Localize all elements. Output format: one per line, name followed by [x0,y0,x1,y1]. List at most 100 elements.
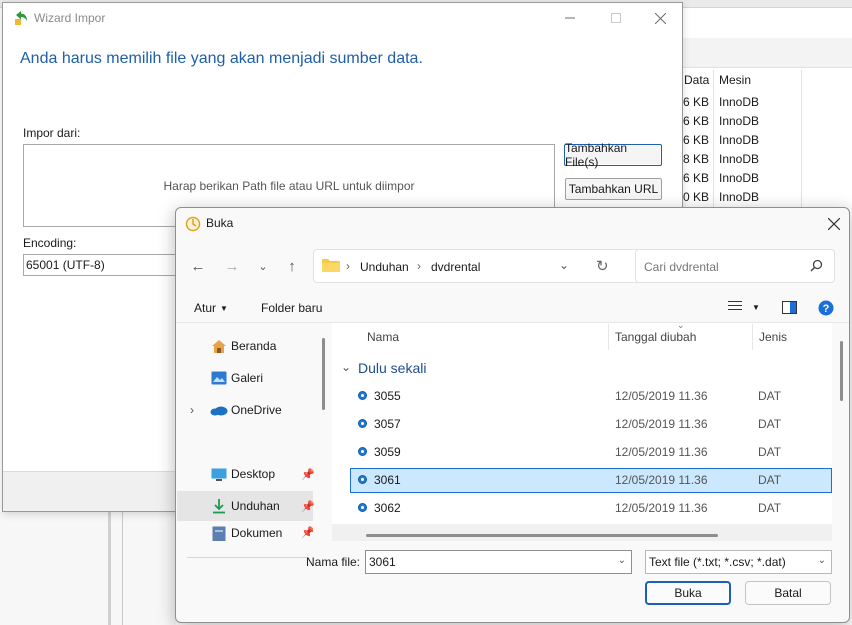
wizard-titlebar[interactable]: Wizard Impor [3,3,682,33]
file-date: 12/05/2019 11.36 [615,389,708,403]
file-row-selected[interactable]: 3061 12/05/2019 11.36 DAT [350,468,832,493]
background-divider [122,510,123,625]
cancel-button[interactable]: Batal [745,581,831,605]
table-cell-data: 6 KB [683,171,710,185]
column-divider [801,70,802,220]
file-type: DAT [758,417,782,431]
filetype-select[interactable]: Text file (*.txt; *.csv; *.dat) ⌄ [645,550,832,574]
caret-down-icon: ▼ [220,303,228,313]
home-icon [210,337,228,355]
file-name: 3061 [374,473,401,487]
file-row[interactable]: 3059 12/05/2019 11.36 DAT [350,440,832,465]
group-header[interactable]: Dulu sekali [358,360,426,376]
breadcrumb-unduhan[interactable]: Unduhan [360,260,409,274]
file-row[interactable]: 3062 12/05/2019 11.36 DAT [350,496,832,521]
pin-icon[interactable]: 📌 [301,468,315,481]
maximize-button[interactable] [593,3,639,33]
nav-item-unduhan[interactable]: Unduhan 📌 [177,491,315,521]
chevron-down-icon[interactable]: ⌄ [559,258,569,272]
close-button[interactable] [637,3,683,33]
column-header-type[interactable]: Jenis [759,330,787,344]
wizard-title: Wizard Impor [34,11,106,25]
nav-label: Galeri [231,371,264,385]
table-cell-data: 6 KB [683,95,710,109]
file-row[interactable]: 3057 12/05/2019 11.36 DAT [350,412,832,437]
table-cell-engine: InnoDB [719,152,760,166]
file-name: 3059 [374,445,401,459]
horizontal-scrollbar[interactable] [366,534,718,537]
add-url-button[interactable]: Tambahkan URL [565,178,662,200]
close-icon [828,218,840,230]
forward-button[interactable]: → [220,255,244,277]
encoding-select[interactable]: 65001 (UTF-8) [23,254,183,276]
nav-item-desktop[interactable]: Desktop 📌 [177,459,315,489]
filename-input[interactable]: 3061 ⌄ [365,550,632,574]
add-file-button[interactable]: Tambahkan File(s) [564,141,662,169]
refresh-icon[interactable]: ↻ [596,257,609,275]
recent-locations-button[interactable]: ⌄ [251,255,275,277]
minimize-button[interactable] [547,3,593,33]
organize-label: Atur [194,301,217,315]
dialog-close-button[interactable] [820,211,848,237]
folder-icon [322,258,340,276]
column-header-data[interactable]: Data [684,73,709,87]
view-menu[interactable]: ▼ [728,300,760,314]
organize-menu[interactable]: Atur ▼ [194,301,228,315]
nav-item-onedrive[interactable]: › OneDrive [177,395,313,425]
nav-scrollbar[interactable] [322,338,325,410]
filename-label: Nama file: [306,555,361,569]
wizard-heading: Anda harus memilih file yang akan menjad… [20,50,423,67]
column-header-engine[interactable]: Mesin [719,73,751,87]
help-button[interactable]: ? [818,300,834,319]
file-type: DAT [758,501,782,515]
background-scrollbar [108,510,111,625]
dialog-titlebar[interactable]: Buka [176,208,849,240]
group-collapse-icon[interactable]: ⌄ [341,360,351,374]
file-row[interactable]: 3055 12/05/2019 11.36 DAT [350,384,832,409]
file-name: 3055 [374,389,401,403]
gallery-icon [210,369,228,387]
pin-icon[interactable]: 📌 [301,500,315,513]
pin-icon[interactable]: 📌 [301,526,313,539]
nav-item-beranda[interactable]: Beranda [177,331,313,361]
nav-label: Unduhan [231,499,280,513]
list-scroll-track [332,524,832,541]
dat-file-icon [358,503,367,512]
back-button[interactable]: ← [186,255,210,277]
search-box[interactable]: Cari dvdrental [635,249,835,283]
file-name: 3057 [374,417,401,431]
nav-item-dokumen[interactable]: Dokumen 📌 [177,523,313,541]
table-cell-data: 0 KB [683,190,710,204]
maximize-icon [611,13,621,23]
arrow-up-icon: ↑ [288,257,296,275]
column-divider[interactable] [608,324,609,350]
column-header-name[interactable]: Nama [367,330,399,344]
table-cell-engine: InnoDB [719,171,760,185]
column-divider[interactable] [752,324,753,350]
chevron-right-icon[interactable]: › [190,403,194,417]
nav-item-galeri[interactable]: Galeri [177,363,313,393]
up-button[interactable]: ↑ [280,255,304,277]
nav-separator [187,557,308,558]
chevron-down-icon[interactable]: ⌄ [618,555,626,566]
minimize-icon [565,17,575,19]
dat-file-icon [358,447,367,456]
search-icon [810,259,823,275]
open-button[interactable]: Buka [645,581,731,605]
navigation-pane: Beranda Galeri › OneDrive Desktop 📌 Undu… [177,323,322,558]
table-cell-engine: InnoDB [719,133,760,147]
nav-label: OneDrive [231,403,282,417]
column-divider [713,70,714,220]
nav-label: Dokumen [231,526,283,540]
vertical-scrollbar[interactable] [840,341,843,401]
open-file-dialog: Buka ← → ⌄ ↑ › Unduhan › dvdrental ⌄ ↻ C… [175,207,850,623]
desktop-icon [210,465,228,483]
encoding-label: Encoding: [23,236,77,250]
search-placeholder: Cari dvdrental [644,260,719,274]
new-folder-button[interactable]: Folder baru [261,301,322,315]
table-cell-engine: InnoDB [719,190,760,204]
file-name: 3062 [374,501,401,515]
preview-pane-button[interactable] [782,301,797,317]
column-header-date[interactable]: Tanggal diubah [615,330,696,344]
breadcrumb-dvdrental[interactable]: dvdrental [431,260,480,274]
